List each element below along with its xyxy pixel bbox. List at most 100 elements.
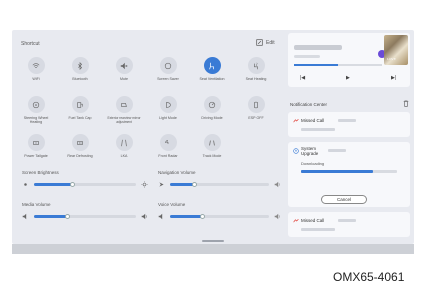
voice-volume-label: Voice Volume xyxy=(158,202,186,207)
screen-saver-icon xyxy=(159,57,177,74)
tile-label: Rear Defrosting xyxy=(67,154,93,158)
tile-power-tailgate[interactable]: Power Tailgate xyxy=(14,134,58,158)
blurred-time xyxy=(338,119,356,122)
blurred-time xyxy=(338,219,356,222)
tile-lka[interactable]: LKA xyxy=(102,134,146,158)
tile-label: Driving Mode xyxy=(201,116,223,120)
notification-system-upgrade[interactable]: System Upgrade Downloading Cancel xyxy=(288,142,410,207)
upgrade-progress-fill xyxy=(301,170,373,173)
tile-label: WiFi xyxy=(32,77,40,81)
upgrade-status: Downloading xyxy=(301,161,325,166)
light-mode-icon xyxy=(159,96,177,113)
track-mode-icon xyxy=(203,134,221,151)
play-icon[interactable]: ▶ xyxy=(346,75,350,81)
navigation-icon xyxy=(159,181,164,187)
blurred-number xyxy=(301,228,335,231)
tile-steering-wheel-heating[interactable]: Steering Wheel Heating xyxy=(14,96,58,124)
voice-volume-slider[interactable] xyxy=(158,212,281,220)
tile-label: Bluetooth xyxy=(72,77,88,81)
system-upgrade-icon xyxy=(293,148,299,154)
song-title-blurred xyxy=(294,45,342,50)
slider-track[interactable] xyxy=(170,181,269,187)
next-track-icon[interactable]: ▶| xyxy=(391,75,396,81)
slider-knob[interactable] xyxy=(192,181,198,187)
slider-fill xyxy=(34,182,73,186)
cancel-button[interactable]: Cancel xyxy=(321,195,367,204)
tile-esp-off[interactable]: ESP OFF xyxy=(234,96,278,120)
mute-icon xyxy=(115,57,133,74)
tile-label: Light Mode xyxy=(159,116,177,120)
tile-label: Seat Ventilation xyxy=(199,77,225,81)
control-center-screen: Shortcut Edit WiFi Bluetooth Mute Screen… xyxy=(12,30,414,244)
tile-seat-heating[interactable]: Seat Heating xyxy=(234,57,278,81)
tile-label: Front Radar xyxy=(158,154,178,158)
missed-call-icon xyxy=(293,118,299,123)
slider-fill xyxy=(170,182,195,186)
slider-track[interactable] xyxy=(170,213,269,219)
brightness-high-icon xyxy=(141,180,148,188)
mirror-icon xyxy=(115,96,133,113)
tile-exterior-mirror[interactable]: Exterior rearview mirror adjustment xyxy=(102,96,146,124)
shortcut-title: Shortcut xyxy=(21,41,40,47)
tile-driving-mode[interactable]: Driving Mode xyxy=(190,96,234,120)
tailgate-icon xyxy=(27,134,45,151)
album-art-lettering: LOVE xyxy=(387,57,396,61)
music-card[interactable]: LOVE |◀ ▶ ▶| xyxy=(288,33,410,87)
tile-mute[interactable]: Mute xyxy=(102,57,146,81)
screen-brightness-slider[interactable] xyxy=(22,180,148,188)
defrost-icon xyxy=(71,134,89,151)
media-volume-slider[interactable] xyxy=(22,212,148,220)
tile-track-mode[interactable]: Track Mode xyxy=(190,134,234,158)
edit-button[interactable]: Edit xyxy=(256,39,275,46)
screen-brightness-label: Screen Brightness xyxy=(22,170,59,175)
slider-track[interactable] xyxy=(34,213,136,219)
slider-fill xyxy=(34,214,68,218)
slider-knob[interactable] xyxy=(70,181,76,187)
navigation-volume-label: Navigation Volume xyxy=(158,170,196,175)
wifi-icon xyxy=(27,57,45,74)
missed-call-icon xyxy=(293,218,299,223)
media-volume-label: Media Volume xyxy=(22,202,51,207)
tile-label: ESP OFF xyxy=(248,116,264,120)
driving-mode-icon xyxy=(203,96,221,113)
seat-heating-icon xyxy=(247,57,265,74)
tile-fuel-tank-cap[interactable]: Fuel Tank Cap xyxy=(58,96,102,120)
volume-low-icon xyxy=(22,213,27,219)
slider-knob[interactable] xyxy=(65,213,71,219)
tile-label: Track Mode xyxy=(202,154,222,158)
volume-high-icon xyxy=(141,213,147,219)
previous-track-icon[interactable]: |◀ xyxy=(300,75,305,81)
trash-icon[interactable] xyxy=(403,100,409,107)
tile-rear-defrosting[interactable]: Rear Defrosting xyxy=(58,134,102,158)
tile-label: LKA xyxy=(120,154,128,158)
tile-label: Steering Wheel Heating xyxy=(23,116,49,124)
tile-seat-ventilation[interactable]: Seat Ventilation xyxy=(190,57,234,81)
brightness-low-icon xyxy=(24,182,27,186)
steering-wheel-icon xyxy=(27,96,45,113)
album-art: LOVE xyxy=(384,35,408,65)
notification-missed-call[interactable]: Missed Call xyxy=(288,212,410,237)
volume-high-icon xyxy=(274,181,280,187)
tile-front-radar[interactable]: Front Radar xyxy=(146,134,190,158)
artist-blurred xyxy=(294,55,320,58)
slider-track[interactable] xyxy=(34,181,136,187)
tile-screen-saver[interactable]: Screen Saver xyxy=(146,57,190,81)
slider-knob[interactable] xyxy=(200,213,206,219)
tile-label: Power Tailgate xyxy=(24,154,48,158)
image-code-label: OMX65-4061 xyxy=(333,270,405,284)
tile-bluetooth[interactable]: Bluetooth xyxy=(58,57,102,81)
tile-label: Screen Saver xyxy=(157,77,179,81)
music-progress-fill xyxy=(294,64,338,66)
tile-light-mode[interactable]: Light Mode xyxy=(146,96,190,120)
screen-bottom-bezel xyxy=(12,244,414,254)
lka-icon xyxy=(115,134,133,151)
drag-handle[interactable] xyxy=(202,240,224,242)
notification-missed-call[interactable]: Missed Call xyxy=(288,112,410,137)
blurred-time xyxy=(328,149,346,152)
tile-wifi[interactable]: WiFi xyxy=(14,57,58,81)
tile-label: Exterior rearview mirror adjustment xyxy=(107,116,141,124)
navigation-volume-slider[interactable] xyxy=(158,180,281,188)
bluetooth-icon xyxy=(71,57,89,74)
esp-icon xyxy=(247,96,265,113)
notification-title: System Upgrade xyxy=(301,146,319,156)
